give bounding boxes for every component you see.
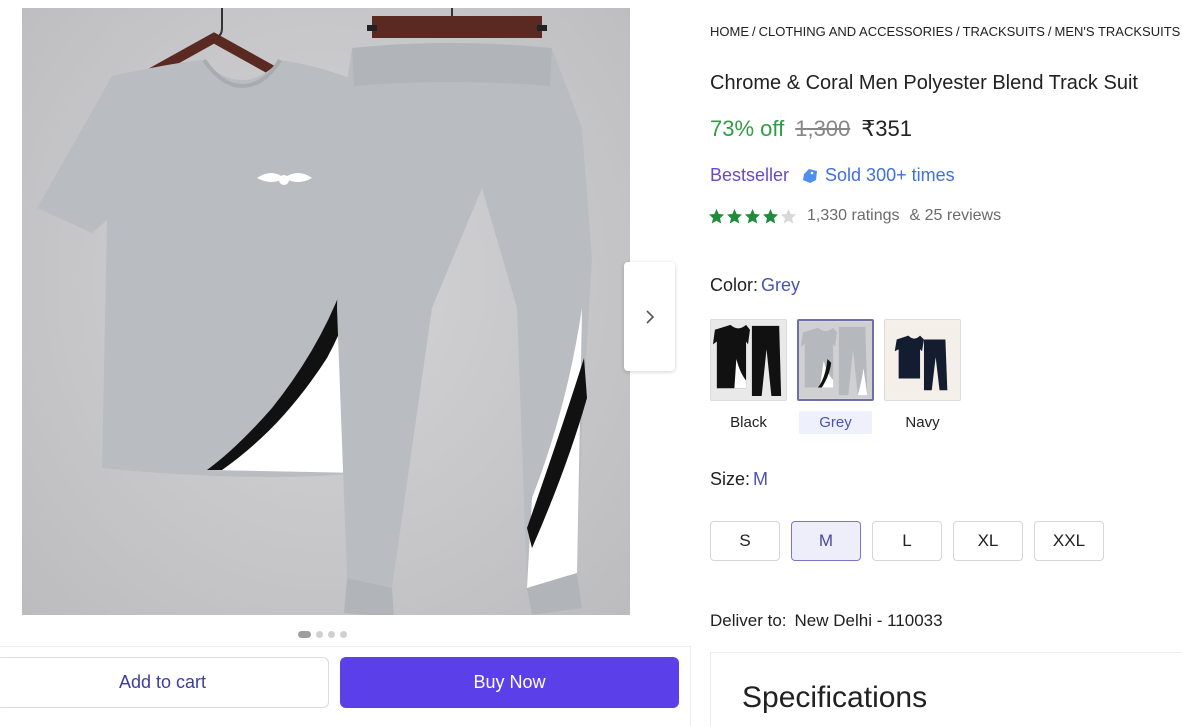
rating-stars xyxy=(708,208,797,225)
breadcrumb: HOME / CLOTHING AND ACCESSORIES / TRACKSUITS… xyxy=(710,24,1181,39)
divider xyxy=(690,646,691,726)
chevron-right-icon xyxy=(645,309,654,324)
selected-size: M xyxy=(753,469,769,489)
star-filled-icon xyxy=(709,208,724,223)
price-row: 73% off 1,300 ₹351 xyxy=(710,116,912,142)
next-image-button[interactable] xyxy=(624,262,675,371)
specifications-title: Specifications xyxy=(742,681,928,714)
swatch-label: Navy xyxy=(905,414,940,431)
size-option-xl[interactable]: XL xyxy=(953,521,1023,561)
swatch-image xyxy=(884,319,961,401)
divider xyxy=(0,646,690,647)
size-label-row: Size: M xyxy=(710,469,768,490)
buy-now-button[interactable]: Buy Now xyxy=(340,657,679,708)
badge-row: Bestseller Sold 300+ times xyxy=(710,165,955,186)
color-swatches: Black Grey Navy xyxy=(710,319,961,434)
star-filled-icon xyxy=(763,208,778,223)
color-option-navy[interactable]: Navy xyxy=(884,319,961,434)
breadcrumb-mens-tracksuits[interactable]: MEN'S TRACKSUITS xyxy=(1055,24,1181,39)
size-options: S M L XL XXL xyxy=(710,521,1104,561)
specifications-card: Specifications xyxy=(710,652,1182,726)
selected-color: Grey xyxy=(761,275,801,295)
rating-row[interactable]: 1,330 ratings & 25 reviews xyxy=(708,207,1001,225)
sold-count-badge: Sold 300+ times xyxy=(801,165,955,186)
star-empty-icon xyxy=(781,208,796,223)
swatch-label: Black xyxy=(730,414,767,431)
pagination-dot[interactable] xyxy=(316,630,323,638)
color-label-row: Color: Grey xyxy=(710,275,800,296)
gallery-pagination xyxy=(298,630,347,638)
product-title: Chrome & Coral Men Polyester Blend Track… xyxy=(710,72,1138,94)
original-price: 1,300 xyxy=(795,116,851,141)
size-option-s[interactable]: S xyxy=(710,521,780,561)
ratings-count: 1,330 ratings xyxy=(807,207,900,224)
pagination-dot[interactable] xyxy=(340,630,347,638)
swatch-label: Grey xyxy=(799,411,872,434)
breadcrumb-clothing[interactable]: CLOTHING AND ACCESSORIES xyxy=(759,24,953,39)
size-option-m[interactable]: M xyxy=(791,521,861,561)
add-to-cart-button[interactable]: Add to cart xyxy=(0,657,329,708)
shopping-bag-icon xyxy=(803,168,818,183)
sold-count-text: Sold 300+ times xyxy=(825,165,955,185)
discount-percent: 73% off xyxy=(710,116,785,141)
color-option-black[interactable]: Black xyxy=(710,319,787,434)
pagination-dot[interactable] xyxy=(328,630,335,638)
star-filled-icon xyxy=(745,208,760,223)
color-label: Color: xyxy=(710,275,759,295)
tracksuit-illustration xyxy=(37,8,592,615)
size-option-xxl[interactable]: XXL xyxy=(1034,521,1104,561)
delivery-location[interactable]: Deliver to: New Delhi - 110033 xyxy=(710,611,943,631)
product-image[interactable] xyxy=(22,8,630,615)
breadcrumb-home[interactable]: HOME xyxy=(710,24,749,39)
pagination-dot-active[interactable] xyxy=(298,630,311,638)
breadcrumb-tracksuits[interactable]: TRACKSUITS xyxy=(963,24,1045,39)
selling-price: ₹351 xyxy=(861,116,912,141)
swatch-image xyxy=(710,319,787,401)
size-option-l[interactable]: L xyxy=(872,521,942,561)
swatch-image xyxy=(797,319,874,401)
reviews-count: & 25 reviews xyxy=(909,207,1002,224)
product-page: Add to cart Buy Now HOME / CLOTHING AND AC… xyxy=(0,0,1182,726)
size-label: Size: xyxy=(710,469,751,489)
deliver-label: Deliver to: xyxy=(710,611,787,630)
color-option-grey[interactable]: Grey xyxy=(797,319,874,434)
star-filled-icon xyxy=(727,208,742,223)
bestseller-badge: Bestseller xyxy=(710,165,790,185)
delivery-place: New Delhi - 110033 xyxy=(794,611,943,630)
